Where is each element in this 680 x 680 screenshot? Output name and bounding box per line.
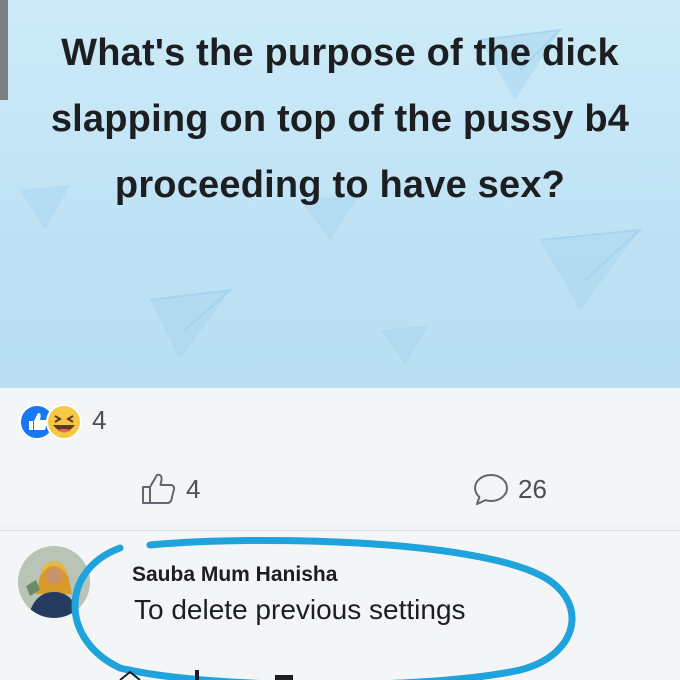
comment-count: 26 [518,473,547,504]
commenter-name[interactable]: Sauba Mum Hanisha [132,563,337,587]
comment-button[interactable]: 26 [472,472,547,506]
post-text: What's the purpose of the dick slapping … [50,32,630,206]
haha-reaction-icon [46,404,82,440]
reaction-count[interactable]: 4 [92,405,106,436]
like-button[interactable]: 4 [140,472,200,506]
like-count: 4 [186,473,201,504]
post-card: What's the purpose of the dick slapping … [0,0,680,388]
commenter-avatar[interactable] [18,546,90,618]
reaction-icons[interactable] [18,403,88,441]
thumbs-up-icon [142,473,176,504]
comment-text: To delete previous settings [134,594,466,625]
action-row [0,458,680,524]
next-comment-partial [119,670,293,680]
avatar-image [18,546,90,618]
comment-bubble-icon [474,474,508,506]
